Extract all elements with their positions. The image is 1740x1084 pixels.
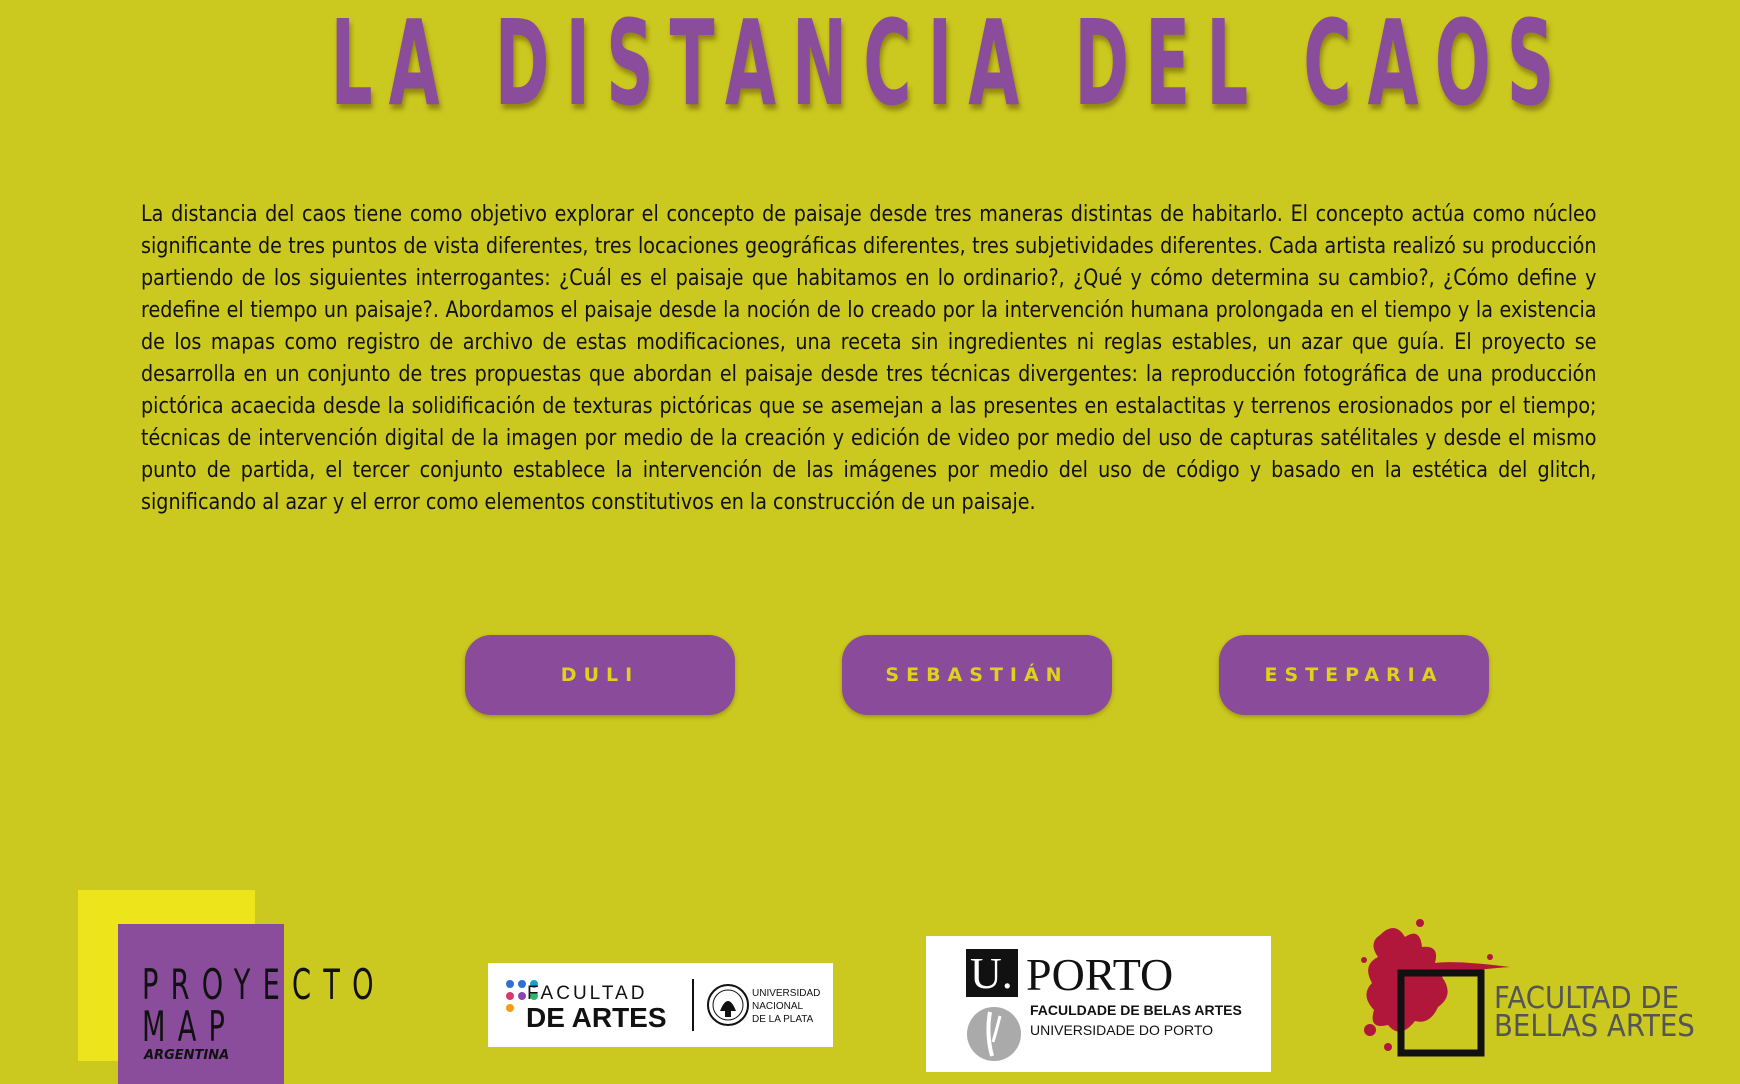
project-description: La distancia del caos tiene como objetiv… <box>141 202 1597 515</box>
logo-text-map: MAP <box>142 1002 238 1051</box>
logo-text-faculdade: FACULDADE DE BELAS ARTES <box>1030 1002 1242 1018</box>
bellas-artes-logo[interactable]: FACULTAD DE BELLAS ARTES <box>1360 915 1740 1065</box>
logo-text-la-plata: DE LA PLATA <box>752 1014 814 1025</box>
logo-text-argentina: ARGENTINA <box>144 1048 230 1063</box>
logo-text-u: U. <box>970 949 1013 998</box>
logo-text-porto: PORTO <box>1026 949 1174 1000</box>
logo-text-universidad: UNIVERSIDAD <box>752 988 821 999</box>
artist-button-sebastian[interactable]: SEBASTIÁN <box>842 635 1112 715</box>
logo-text-nacional: NACIONAL <box>752 1001 804 1012</box>
logo-text-universidade: UNIVERSIDADE DO PORTO <box>1030 1022 1214 1038</box>
belas-artes-circle-icon <box>967 1007 1021 1061</box>
uporto-logo[interactable]: U. PORTO FACULDADE DE BELAS ARTES UNIVER… <box>926 936 1271 1072</box>
university-seal-icon <box>707 984 749 1026</box>
page-title: LA DISTANCIA DEL CAOS <box>330 0 1571 132</box>
logo-divider <box>692 979 694 1031</box>
artist-button-duli[interactable]: DULI <box>465 635 735 715</box>
logo-text-de-artes: DE ARTES <box>526 1002 667 1033</box>
proyecto-map-logo[interactable]: PROYECTO MAP ARGENTINA <box>78 890 378 1084</box>
logo-text-bellas-artes: BELLAS ARTES <box>1494 1009 1695 1044</box>
facultad-de-artes-logo[interactable]: FACULTAD DE ARTES UNIVERSIDAD NACIONAL D… <box>488 963 833 1047</box>
artist-button-esteparia[interactable]: ESTEPARIA <box>1219 635 1489 715</box>
